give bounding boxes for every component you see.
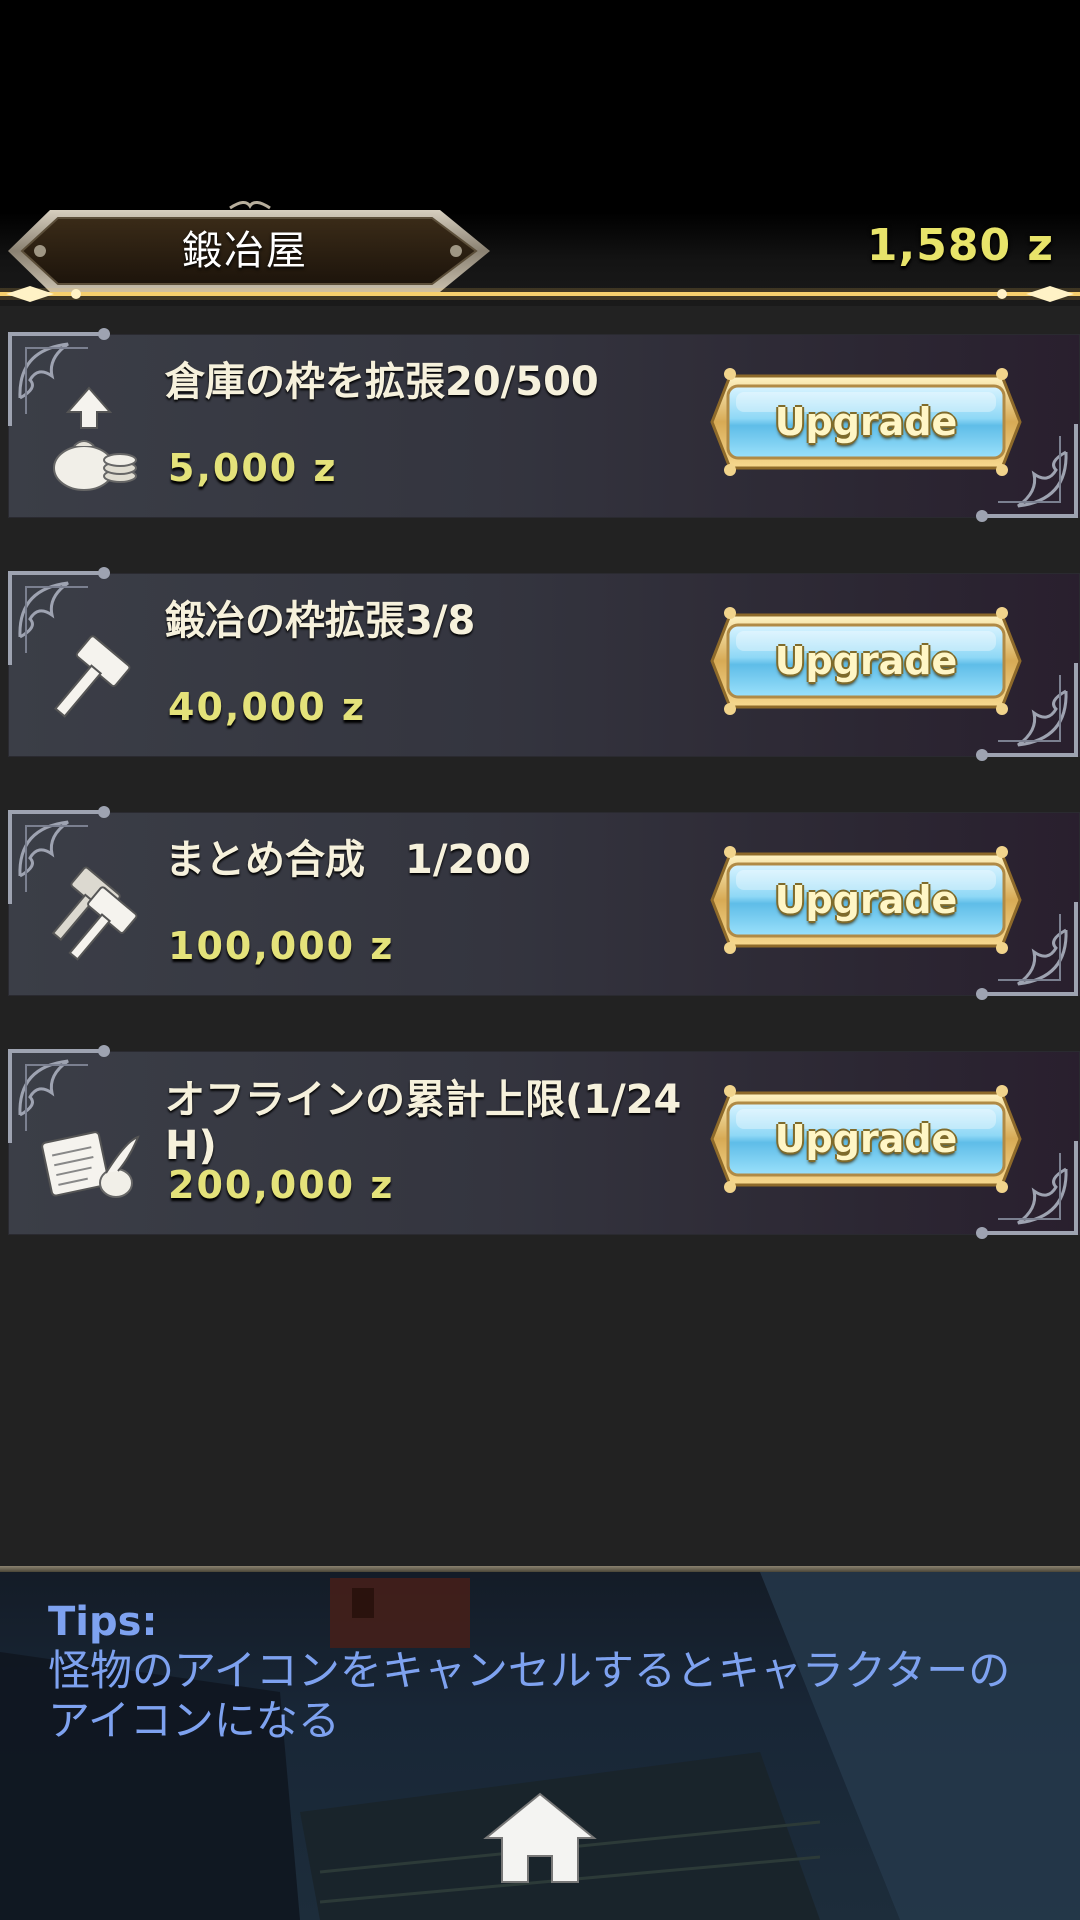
money-bag-upload-icon	[53, 386, 137, 491]
double-hammer-icon	[51, 866, 138, 961]
blacksmith-screen: 鍛冶屋 1,580 z 倉庫の枠を拡張20/500 5,000 z Upgrad…	[0, 0, 1080, 1920]
upgrade-row: まとめ合成 1/200 100,000 z Upgrade	[8, 806, 1080, 1000]
upgrade-title: 鍛冶の枠拡張3/8	[165, 598, 476, 644]
upgrade-title: 倉庫の枠を拡張20/500	[165, 359, 599, 405]
hammer-icon	[54, 635, 131, 718]
upgrade-row: オフラインの累計上限(1/24 H) 200,000 z Upgrade	[8, 1045, 1080, 1239]
upgrade-title: オフラインの累計上限(1/24 H)	[165, 1077, 682, 1169]
currency-balance: 1,580 z	[866, 220, 1054, 271]
upgrade-price: 5,000 z	[168, 446, 338, 490]
tips-text: 怪物のアイコンをキャンセルするとキャラクターのアイコンになる	[48, 1646, 1011, 1745]
upgrade-price: 200,000 z	[168, 1163, 395, 1207]
upgrade-price: 100,000 z	[168, 924, 395, 968]
upgrade-button-label: Upgrade	[774, 1117, 958, 1161]
scroll-quill-icon	[41, 1131, 140, 1198]
upgrade-button[interactable]: Upgrade	[696, 838, 1036, 962]
tips-label: Tips:	[48, 1599, 158, 1645]
home-icon[interactable]	[480, 1788, 600, 1888]
upgrade-row: 倉庫の枠を拡張20/500 5,000 z Upgrade	[8, 328, 1080, 522]
upgrade-button-label: Upgrade	[774, 878, 958, 922]
upgrade-button[interactable]: Upgrade	[696, 360, 1036, 484]
upgrade-button[interactable]: Upgrade	[696, 599, 1036, 723]
upgrade-price: 40,000 z	[168, 685, 366, 729]
upgrade-row: 鍛冶の枠拡張3/8 40,000 z Upgrade	[8, 567, 1080, 761]
upgrade-button-label: Upgrade	[774, 639, 958, 683]
page-title: 鍛冶屋	[182, 228, 308, 274]
upgrade-title: まとめ合成 1/200	[165, 837, 531, 883]
upgrade-button[interactable]: Upgrade	[696, 1077, 1036, 1201]
upgrade-button-label: Upgrade	[774, 400, 958, 444]
